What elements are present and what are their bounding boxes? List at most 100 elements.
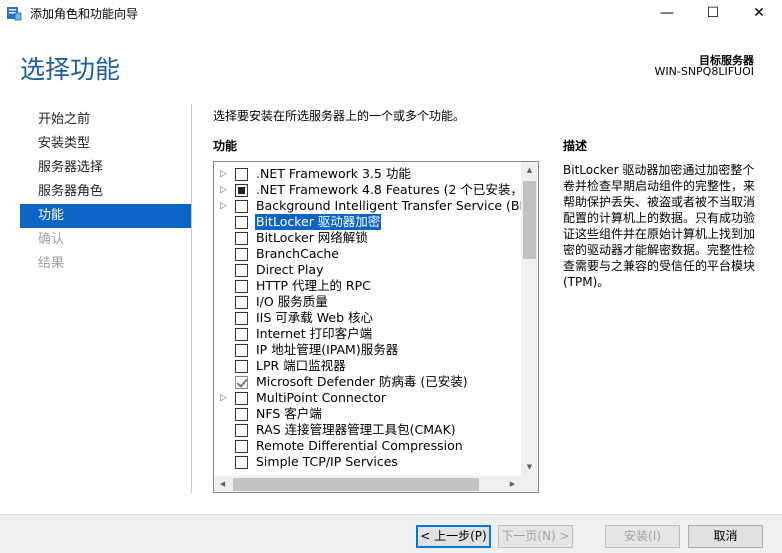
feature-label: HTTP 代理上的 RPC <box>256 278 371 293</box>
scrollbar-corner <box>521 476 538 492</box>
feature-label: RAS 连接管理器管理工具包(CMAK) <box>256 422 456 437</box>
feature-label: Background Intelligent Transfer Service … <box>256 198 539 213</box>
feature-row[interactable]: ▷ .NET Framework 3.5 功能 <box>214 166 520 182</box>
nav-item-server-roles[interactable]: 服务器角色 <box>20 180 191 204</box>
feature-row[interactable]: IIS 可承载 Web 核心 <box>214 310 520 326</box>
feature-checkbox[interactable] <box>235 376 248 389</box>
feature-label: I/O 服务质量 <box>256 294 328 309</box>
features-list-rows: ▷ .NET Framework 3.5 功能 ▷ .NET Framework 4.… <box>214 166 538 470</box>
feature-row[interactable]: Microsoft Defender 防病毒 (已安装) <box>214 374 520 390</box>
feature-row[interactable]: NFS 客户端 <box>214 406 520 422</box>
feature-row[interactable]: I/O 服务质量 <box>214 294 520 310</box>
features-heading: 功能 <box>213 139 238 153</box>
server-manager-icon <box>7 7 22 21</box>
feature-checkbox[interactable] <box>235 264 248 277</box>
feature-checkbox[interactable] <box>235 216 248 229</box>
feature-checkbox[interactable] <box>235 296 248 309</box>
feature-checkbox[interactable] <box>235 248 248 261</box>
minimize-button[interactable]: — <box>644 0 690 26</box>
feature-label: Remote Differential Compression <box>256 438 463 453</box>
maximize-button[interactable]: ☐ <box>690 0 736 26</box>
feature-row[interactable]: HTTP 代理上的 RPC <box>214 278 520 294</box>
feature-row[interactable]: BitLocker 驱动器加密 <box>214 214 520 230</box>
destination-server-name: WIN-SNPQ8LIFUOI <box>654 65 754 78</box>
feature-label: Internet 打印客户端 <box>256 326 373 341</box>
feature-checkbox[interactable] <box>235 328 248 341</box>
feature-checkbox[interactable] <box>235 360 248 373</box>
feature-label: BranchCache <box>256 246 339 261</box>
expand-arrow-icon[interactable]: ▷ <box>220 198 230 214</box>
feature-row[interactable]: Simple TCP/IP Services <box>214 454 520 470</box>
feature-checkbox[interactable] <box>235 184 248 197</box>
feature-checkbox[interactable] <box>235 200 248 213</box>
feature-row[interactable]: Internet 打印客户端 <box>214 326 520 342</box>
feature-checkbox[interactable] <box>235 424 248 437</box>
nav-divider <box>191 104 192 493</box>
title-bar: 添加角色和功能向导 — ☐ ✕ <box>0 0 782 26</box>
expand-arrow-icon[interactable]: ▷ <box>220 182 230 198</box>
feature-row[interactable]: ▷ .NET Framework 4.8 Features (2 个已安装，共 7 <box>214 182 538 198</box>
feature-row[interactable]: ▷ Background Intelligent Transfer Service… <box>214 198 538 214</box>
nav-item-installation-type[interactable]: 安装类型 <box>20 132 191 156</box>
scroll-up-icon[interactable]: ▲ <box>521 162 538 179</box>
vertical-scrollbar[interactable]: ▲ ▼ <box>521 162 538 476</box>
instruction-text: 选择要安装在所选服务器上的一个或多个功能。 <box>213 109 466 123</box>
cancel-button[interactable]: 取消 <box>688 525 763 548</box>
feature-row[interactable]: Remote Differential Compression <box>214 438 520 454</box>
scroll-left-icon[interactable]: ◀ <box>214 476 231 492</box>
wizard-steps-nav: 开始之前 安装类型 服务器选择 服务器角色 功能 确认 结果 <box>20 108 191 276</box>
feature-checkbox[interactable] <box>235 408 248 421</box>
feature-checkbox[interactable] <box>235 232 248 245</box>
feature-checkbox[interactable] <box>235 392 248 405</box>
feature-label: Simple TCP/IP Services <box>256 454 398 469</box>
feature-row[interactable]: LPR 端口监视器 <box>214 358 520 374</box>
nav-item-features[interactable]: 功能 <box>20 204 191 228</box>
feature-label: BitLocker 驱动器加密 <box>255 214 382 230</box>
feature-row[interactable]: BranchCache <box>214 246 520 262</box>
feature-row[interactable]: Direct Play <box>214 262 520 278</box>
feature-checkbox[interactable] <box>235 168 248 181</box>
nav-item-confirmation: 确认 <box>38 232 65 247</box>
feature-checkbox[interactable] <box>235 440 248 453</box>
feature-label: Microsoft Defender 防病毒 (已安装) <box>256 374 468 389</box>
close-icon: ✕ <box>753 5 765 21</box>
feature-description: BitLocker 驱动器加密通过加密整个卷并检查早期启动组件的完整性，来帮助保… <box>563 163 756 289</box>
feature-checkbox[interactable] <box>235 280 248 293</box>
install-button[interactable]: 安装(I) <box>605 525 680 548</box>
feature-label: .NET Framework 3.5 功能 <box>256 166 411 181</box>
feature-label: BitLocker 网络解锁 <box>256 230 368 245</box>
feature-label: IIS 可承载 Web 核心 <box>256 310 373 325</box>
nav-item-results: 结果 <box>38 256 65 271</box>
nav-item-server-selection[interactable]: 服务器选择 <box>20 156 191 180</box>
scroll-down-icon[interactable]: ▼ <box>521 459 538 476</box>
minimize-icon: — <box>660 5 674 21</box>
feature-row[interactable]: IP 地址管理(IPAM)服务器 <box>214 342 520 358</box>
feature-checkbox[interactable] <box>235 344 248 357</box>
vertical-scroll-thumb[interactable] <box>523 181 536 259</box>
wizard-footer: < 上一步(P) 下一页(N) > 安装(I) 取消 <box>0 514 782 553</box>
feature-row[interactable]: ▷ MultiPoint Connector <box>214 390 520 406</box>
expand-arrow-icon[interactable]: ▷ <box>220 390 230 406</box>
feature-label: NFS 客户端 <box>256 406 322 421</box>
maximize-icon: ☐ <box>706 5 720 21</box>
previous-button[interactable]: < 上一步(P) <box>416 525 491 548</box>
scroll-right-icon[interactable]: ▶ <box>504 476 521 492</box>
next-button[interactable]: 下一页(N) > <box>498 525 573 548</box>
expand-arrow-icon[interactable]: ▷ <box>220 166 230 182</box>
feature-label: .NET Framework 4.8 Features (2 个已安装，共 7 <box>256 182 539 197</box>
nav-item-before-you-begin[interactable]: 开始之前 <box>20 108 191 132</box>
window-title: 添加角色和功能向导 <box>30 7 139 21</box>
feature-label: LPR 端口监视器 <box>256 358 346 373</box>
horizontal-scroll-thumb[interactable] <box>233 478 479 491</box>
feature-row[interactable]: RAS 连接管理器管理工具包(CMAK) <box>214 422 520 438</box>
page-title: 选择功能 <box>20 55 121 84</box>
feature-checkbox[interactable] <box>235 312 248 325</box>
feature-label: Direct Play <box>256 262 324 277</box>
feature-label: IP 地址管理(IPAM)服务器 <box>256 342 399 357</box>
feature-checkbox[interactable] <box>235 456 248 469</box>
close-button[interactable]: ✕ <box>736 0 782 26</box>
horizontal-scrollbar[interactable]: ◀ ▶ <box>214 476 521 492</box>
description-heading: 描述 <box>563 139 588 153</box>
features-list[interactable]: ▷ .NET Framework 3.5 功能 ▷ .NET Framework 4.… <box>213 161 539 493</box>
feature-row[interactable]: BitLocker 网络解锁 <box>214 230 520 246</box>
